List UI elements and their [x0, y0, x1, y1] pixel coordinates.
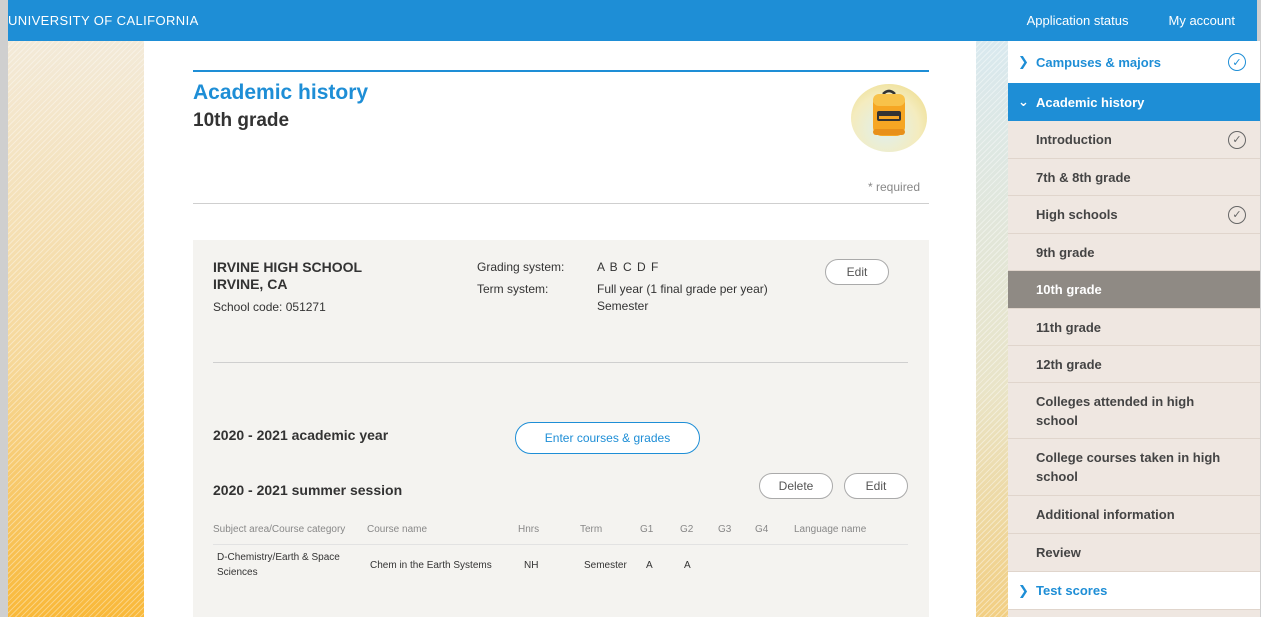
cell-g2: A: [684, 560, 691, 571]
card-divider: [213, 362, 908, 363]
sidebar-item-label: 10th grade: [1036, 282, 1102, 297]
sidebar-item-introduction[interactable]: Introduction ✓: [1008, 121, 1260, 159]
main-content: Academic history 10th grade * required I…: [144, 41, 976, 617]
university-brand-link[interactable]: UNIVERSITY OF CALIFORNIA: [8, 13, 199, 28]
sidebar-item-label: Academic history: [1036, 94, 1145, 110]
sidebar-item-7th-8th-grade[interactable]: 7th & 8th grade: [1008, 159, 1260, 196]
column-header-course-name: Course name: [367, 524, 428, 535]
delete-summer-button[interactable]: Delete: [759, 473, 833, 499]
school-name: IRVINE HIGH SCHOOL: [213, 259, 363, 275]
decorative-stripe-right: [976, 41, 1008, 617]
cell-honors: NH: [524, 560, 539, 571]
sidebar-item-label: 7th & 8th grade: [1036, 169, 1131, 185]
grading-system-label: Grading system:: [477, 260, 565, 274]
sidebar-item-label: Review: [1036, 545, 1081, 560]
column-header-honors: Hnrs: [518, 524, 540, 535]
my-account-link[interactable]: My account: [1169, 13, 1235, 28]
sidebar-item-label: College courses taken in high school: [1036, 450, 1221, 484]
school-city: IRVINE, CA: [213, 276, 288, 292]
required-note: * required: [868, 180, 921, 194]
chevron-down-icon: ⌄: [1018, 94, 1029, 109]
sidebar-item-9th-grade[interactable]: 9th grade: [1008, 234, 1260, 271]
sidebar-item-label: Test scores: [1036, 583, 1108, 598]
sidebar-item-label: 11th grade: [1036, 319, 1102, 335]
edit-school-button[interactable]: Edit: [825, 259, 889, 285]
edit-summer-button[interactable]: Edit: [844, 473, 908, 499]
term-system-value: Full year (1 final grade per year): [597, 282, 768, 296]
application-status-link[interactable]: Application status: [1027, 13, 1129, 28]
sidebar-item-label: Campuses & majors: [1036, 54, 1161, 70]
sidebar-item-label: 12th grade: [1036, 356, 1102, 372]
decorative-stripe-left: [8, 41, 144, 617]
sidebar-academic-history[interactable]: ⌄ Academic history: [1008, 83, 1260, 121]
section-title: Academic history: [193, 81, 369, 104]
grading-system-value: A B C D F: [597, 260, 660, 274]
academic-year-label: 2020 - 2021 academic year: [213, 427, 389, 443]
cell-subject-line1: D-Chemistry/Earth & Space: [217, 552, 340, 563]
sidebar-item-label: Colleges attended in high school: [1036, 393, 1195, 428]
check-circle-icon: ✓: [1228, 205, 1246, 224]
enter-courses-grades-button[interactable]: Enter courses & grades: [515, 422, 700, 454]
sidebar-item-label: 9th grade: [1036, 244, 1095, 260]
school-card: IRVINE HIGH SCHOOL IRVINE, CA School cod…: [193, 240, 929, 617]
section-divider: [193, 203, 929, 204]
term-system-value-secondary: Semester: [597, 299, 649, 313]
sidebar-item-review[interactable]: Review: [1008, 534, 1260, 572]
sidebar-item-10th-grade[interactable]: 10th grade: [1008, 271, 1260, 309]
chevron-right-icon: ❯: [1018, 582, 1029, 598]
sidebar-item-additional-information[interactable]: Additional information: [1008, 496, 1260, 534]
column-header-subject: Subject area/Course category: [213, 524, 346, 535]
chevron-right-icon: ❯: [1018, 54, 1029, 69]
sidebar-item-11th-grade[interactable]: 11th grade: [1008, 309, 1260, 346]
sidebar-item-colleges-attended[interactable]: Colleges attended in high school: [1008, 383, 1260, 439]
column-header-language: Language name: [794, 524, 867, 535]
cell-g1: A: [646, 560, 653, 571]
column-header-term: Term: [580, 524, 603, 535]
column-header-g3: G3: [718, 524, 732, 535]
sidebar-item-high-schools[interactable]: High schools ✓: [1008, 196, 1260, 234]
sidebar-test-scores[interactable]: ❯ Test scores: [1008, 572, 1260, 610]
sidebar-campuses-majors[interactable]: ❯ Campuses & majors ✓: [1008, 41, 1260, 84]
window-frame-left: [0, 0, 8, 617]
sidebar-item-label: Introduction: [1036, 132, 1112, 147]
top-navigation-bar: UNIVERSITY OF CALIFORNIA Application sta…: [8, 0, 1257, 41]
column-header-g2: G2: [680, 524, 694, 535]
check-circle-icon: ✓: [1228, 53, 1246, 71]
term-system-label: Term system:: [477, 282, 549, 296]
top-links: Application status My account: [1027, 13, 1235, 28]
check-circle-icon: ✓: [1228, 130, 1246, 149]
cell-course-name: Chem in the Earth Systems: [370, 560, 492, 571]
school-code: School code: 051271: [213, 300, 326, 314]
backpack-icon: [851, 84, 927, 152]
column-header-g1: G1: [640, 524, 654, 535]
sidebar-item-12th-grade[interactable]: 12th grade: [1008, 346, 1260, 383]
section-top-rule: [193, 70, 929, 72]
sidebar-item-label: High schools: [1036, 207, 1118, 222]
cell-subject-line2: Sciences: [217, 567, 258, 578]
sidebar-item-label: Additional information: [1036, 507, 1175, 522]
summer-session-label: 2020 - 2021 summer session: [213, 482, 403, 498]
column-header-g4: G4: [755, 524, 769, 535]
progress-sidebar: ❯ Campuses & majors ✓ ⌄ Academic history…: [1008, 41, 1260, 617]
cell-term: Semester: [584, 560, 627, 571]
sidebar-item-college-courses[interactable]: College courses taken in high school: [1008, 439, 1260, 496]
page-title: 10th grade: [193, 110, 290, 131]
table-header-divider: [213, 544, 908, 545]
